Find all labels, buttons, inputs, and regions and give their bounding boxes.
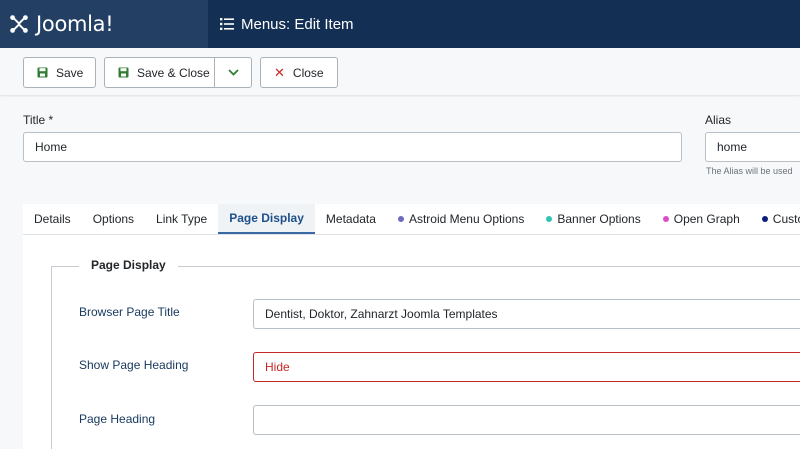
main-content: Title * Home Alias home The Alias will b… (0, 97, 800, 449)
logo-text: Joomla! (36, 12, 114, 36)
tab-open-graph[interactable]: Open Graph (652, 204, 751, 234)
top-header: Joomla! Menus: Edit Item (0, 0, 800, 48)
tab-details[interactable]: Details (23, 204, 82, 234)
page-heading-label: Page Heading (79, 412, 156, 426)
tab-options[interactable]: Options (82, 204, 145, 234)
dot-icon (761, 216, 768, 222)
alias-hint: The Alias will be used (706, 166, 793, 176)
show-heading-label: Show Page Heading (79, 358, 189, 372)
page-heading-input[interactable] (253, 405, 800, 435)
tab-link-type[interactable]: Link Type (145, 204, 218, 234)
alias-label: Alias (705, 113, 732, 127)
dot-icon (662, 216, 669, 222)
show-heading-select[interactable]: Hide (253, 352, 800, 382)
toolbar: Save Save & Close ✕ Close (0, 48, 800, 96)
tab-label: Page Display (229, 211, 304, 225)
tab-label: Astroid Menu Options (408, 212, 525, 226)
tab-astroid-menu-options[interactable]: Astroid Menu Options (387, 204, 535, 234)
close-label: Close (292, 65, 324, 80)
list-icon (220, 18, 234, 30)
tab-label: Banner Options (557, 212, 641, 226)
close-icon: ✕ (274, 64, 285, 80)
save-button[interactable]: Save (23, 57, 96, 88)
save-close-label: Save & Close (137, 65, 210, 80)
browser-title-label: Browser Page Title (79, 305, 180, 319)
page-title-text: Menus: Edit Item (241, 15, 354, 33)
joomla-logo[interactable]: Joomla! (0, 0, 208, 48)
page-title: Menus: Edit Item (220, 0, 354, 48)
tab-custom[interactable]: Custom C (751, 204, 800, 234)
chevron-down-icon[interactable] (215, 58, 252, 87)
save-icon (37, 67, 48, 78)
save-close-button[interactable]: Save & Close (104, 57, 252, 88)
tab-label: Link Type (156, 212, 208, 226)
dot-icon (546, 216, 553, 222)
browser-title-input[interactable]: Dentist, Doktor, Zahnarzt Joomla Templat… (253, 299, 800, 329)
save-label: Save (56, 65, 84, 80)
tab-page-display[interactable]: Page Display (218, 204, 315, 234)
tab-banner-options[interactable]: Banner Options (535, 204, 651, 234)
save-icon (118, 67, 129, 78)
tab-panel-page-display: Page Display Browser Page Title Dentist,… (23, 235, 800, 449)
tab-metadata[interactable]: Metadata (315, 204, 387, 234)
title-input[interactable]: Home (23, 132, 682, 162)
title-label: Title * (23, 113, 54, 127)
fieldset-legend: Page Display (79, 258, 178, 272)
tab-label: Custom C (772, 212, 800, 226)
close-button[interactable]: ✕ Close (260, 57, 338, 88)
alias-input[interactable]: home (705, 132, 800, 162)
tab-label: Options (92, 212, 135, 226)
tab-label: Open Graph (673, 212, 740, 226)
dot-icon (397, 216, 404, 222)
joomla-logo-icon (10, 15, 28, 33)
tab-label: Metadata (325, 212, 376, 226)
tab-label: Details (34, 212, 71, 226)
edit-tabs: Details Options Link Type Page Display M… (23, 204, 800, 235)
